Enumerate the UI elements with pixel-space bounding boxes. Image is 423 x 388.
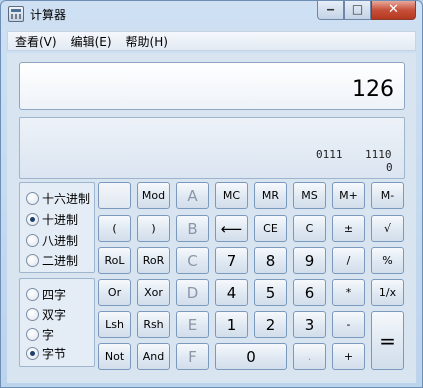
- radio-byte[interactable]: 字节: [26, 345, 66, 361]
- radio-oct[interactable]: 八进制: [26, 232, 78, 248]
- memory-add-button[interactable]: M+: [332, 182, 365, 209]
- square-root-button[interactable]: √: [371, 215, 404, 242]
- digit-2-button[interactable]: 2: [254, 311, 287, 338]
- radio-label: 八进制: [42, 233, 79, 248]
- reciprocal-button[interactable]: 1/x: [371, 279, 404, 306]
- digit-4-button[interactable]: 4: [215, 279, 248, 306]
- multiply-button[interactable]: *: [332, 279, 365, 306]
- close-paren-button[interactable]: ): [137, 215, 170, 242]
- memory-store-button[interactable]: MS: [293, 182, 326, 209]
- radio-dword[interactable]: 双字: [26, 306, 66, 322]
- calculator-body: 126 0111 1110 0 十六进制 十进制 八进制 二进制 四字 双字 字…: [7, 53, 416, 383]
- clear-button[interactable]: C: [293, 215, 326, 242]
- menu-edit[interactable]: 编辑(E): [64, 33, 119, 50]
- radio-button[interactable]: [26, 253, 39, 267]
- radio-label: 字: [42, 327, 55, 342]
- radio-button[interactable]: [26, 287, 39, 301]
- memory-subtract-button[interactable]: M-: [371, 182, 404, 209]
- digit-7-button[interactable]: 7: [215, 247, 248, 274]
- or-button[interactable]: Or: [98, 279, 131, 306]
- subtract-button[interactable]: -: [332, 311, 365, 338]
- clear-entry-button[interactable]: CE: [254, 215, 287, 242]
- radio-label: 字节: [42, 346, 67, 361]
- divide-button[interactable]: /: [332, 247, 365, 274]
- blank-button: [98, 182, 131, 209]
- calculator-icon: [8, 6, 24, 22]
- title-bar[interactable]: 计算器 ‒ □ ✕: [1, 1, 422, 27]
- close-icon: ✕: [388, 2, 399, 17]
- bit-index-label: 0: [386, 161, 393, 174]
- radio-button-checked[interactable]: [26, 346, 39, 360]
- hex-b-button[interactable]: B: [176, 215, 209, 242]
- xor-button[interactable]: Xor: [137, 279, 170, 306]
- not-button[interactable]: Not: [98, 343, 131, 370]
- left-shift-button[interactable]: Lsh: [98, 311, 131, 338]
- equals-button[interactable]: =: [371, 311, 404, 370]
- word-size-group: 四字 双字 字 字节: [19, 278, 95, 367]
- digit-1-button[interactable]: 1: [215, 311, 248, 338]
- close-button[interactable]: ✕: [371, 1, 416, 20]
- result-display: 126: [19, 62, 405, 110]
- radio-button[interactable]: [26, 191, 39, 205]
- menu-bar: 查看(V) 编辑(E) 帮助(H): [7, 31, 416, 51]
- radio-hex[interactable]: 十六进制: [26, 190, 90, 206]
- add-button[interactable]: +: [332, 343, 365, 370]
- radio-label: 十进制: [42, 212, 79, 227]
- radio-label: 四字: [42, 287, 67, 302]
- window-title: 计算器: [30, 8, 67, 22]
- mod-button[interactable]: Mod: [137, 182, 170, 209]
- hex-a-button[interactable]: A: [176, 182, 209, 209]
- percent-button[interactable]: %: [371, 247, 404, 274]
- radio-dec[interactable]: 十进制: [26, 211, 78, 227]
- memory-clear-button[interactable]: MC: [215, 182, 248, 209]
- right-shift-button[interactable]: Rsh: [137, 311, 170, 338]
- and-button[interactable]: And: [137, 343, 170, 370]
- maximize-icon: □: [351, 2, 364, 16]
- open-paren-button[interactable]: (: [98, 215, 131, 242]
- hex-f-button[interactable]: F: [176, 343, 209, 370]
- radio-word[interactable]: 字: [26, 326, 54, 342]
- radio-button[interactable]: [26, 233, 39, 247]
- rotate-right-button[interactable]: RoR: [137, 247, 170, 274]
- digit-3-button[interactable]: 3: [293, 311, 326, 338]
- radio-label: 双字: [42, 307, 67, 322]
- minimize-icon: ‒: [326, 2, 335, 16]
- digit-0-button[interactable]: 0: [215, 343, 287, 370]
- digit-8-button[interactable]: 8: [254, 247, 287, 274]
- radio-label: 十六进制: [42, 191, 91, 206]
- hex-c-button[interactable]: C: [176, 247, 209, 274]
- display-value: 126: [352, 77, 394, 102]
- caption-buttons: ‒ □ ✕: [317, 1, 416, 20]
- bit-group-left: 0111: [316, 148, 343, 161]
- number-base-group: 十六进制 十进制 八进制 二进制: [19, 182, 95, 273]
- radio-button[interactable]: [26, 307, 39, 321]
- radio-qword[interactable]: 四字: [26, 286, 66, 302]
- hex-d-button[interactable]: D: [176, 279, 209, 306]
- digit-9-button[interactable]: 9: [293, 247, 326, 274]
- calculator-window: 计算器 ‒ □ ✕ 查看(V) 编辑(E) 帮助(H) 126 0111 111…: [0, 0, 423, 388]
- menu-help[interactable]: 帮助(H): [119, 33, 175, 50]
- minimize-button[interactable]: ‒: [317, 1, 344, 20]
- memory-recall-button[interactable]: MR: [254, 182, 287, 209]
- rotate-left-button[interactable]: RoL: [98, 247, 131, 274]
- radio-button[interactable]: [26, 327, 39, 341]
- maximize-button[interactable]: □: [344, 1, 371, 20]
- bit-group-right: 1110: [365, 148, 392, 161]
- decimal-button[interactable]: .: [293, 343, 326, 370]
- radio-button-checked[interactable]: [26, 212, 39, 226]
- digit-5-button[interactable]: 5: [254, 279, 287, 306]
- digit-6-button[interactable]: 6: [293, 279, 326, 306]
- backspace-button[interactable]: ⟵: [215, 215, 248, 242]
- radio-bin[interactable]: 二进制: [26, 252, 78, 268]
- negate-button[interactable]: ±: [332, 215, 365, 242]
- menu-view[interactable]: 查看(V): [8, 33, 64, 50]
- hex-e-button[interactable]: E: [176, 311, 209, 338]
- radio-label: 二进制: [42, 253, 79, 268]
- bit-display: 0111 1110 0: [19, 117, 405, 179]
